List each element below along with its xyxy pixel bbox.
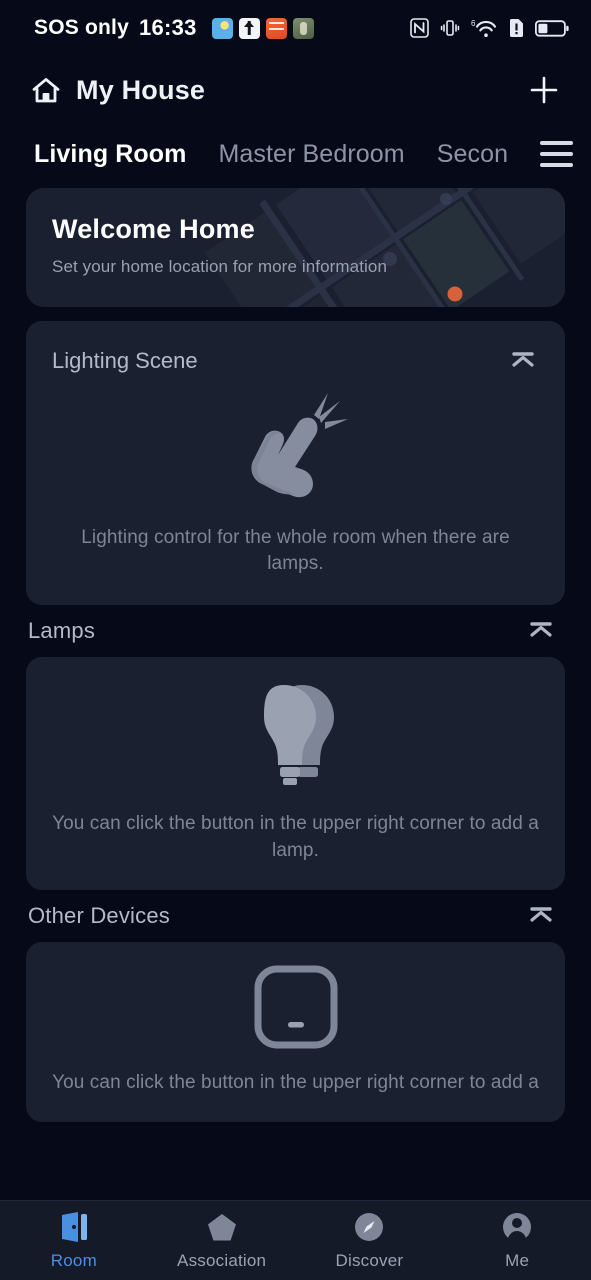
carrier-label: SOS only	[34, 16, 129, 39]
tap-hand-icon	[250, 393, 348, 498]
add-icon	[530, 76, 558, 104]
welcome-card-subtitle: Set your home location for more informat…	[52, 257, 388, 276]
nav-item-discover[interactable]: Discover	[296, 1210, 444, 1271]
other-devices-collapse-button[interactable]	[521, 896, 561, 936]
house-icon	[32, 78, 60, 103]
welcome-home-card[interactable]: Welcome Home Set your home location for …	[26, 188, 565, 307]
collapse-up-icon	[530, 907, 552, 922]
vibrate-icon	[440, 20, 460, 36]
other-devices-empty-card: You can click the button in the upper ri…	[26, 941, 565, 1123]
nav-item-room[interactable]: Room	[0, 1210, 148, 1271]
status-bar: SOS only 16:33 6	[0, 0, 591, 56]
nav-label-room: Room	[50, 1251, 97, 1270]
battery-icon	[535, 19, 569, 37]
nav-label-me: Me	[505, 1251, 530, 1270]
nfc-icon	[410, 18, 429, 38]
compass-icon	[355, 1213, 384, 1241]
status-bar-left: SOS only 16:33	[34, 15, 314, 41]
lighting-scene-collapse-button[interactable]	[503, 341, 543, 381]
room-tab-bar: Living Room Master Bedroom Secon	[0, 124, 591, 184]
clock-label: 16:33	[138, 15, 197, 40]
collapse-up-icon	[512, 352, 534, 367]
notification-icons	[211, 17, 314, 39]
add-device-button[interactable]	[521, 67, 567, 113]
lamps-empty-text: You can click the button in the upper ri…	[52, 813, 539, 861]
other-devices-empty-text: You can click the button in the upper ri…	[52, 1071, 539, 1093]
lamps-collapse-button[interactable]	[521, 611, 561, 651]
orange-novel-app-icon	[265, 17, 287, 39]
bottom-navigation: Room Association Discover Me	[0, 1200, 591, 1280]
door-icon	[61, 1212, 87, 1242]
svg-text:6: 6	[471, 19, 476, 28]
lamps-section-header: Lamps	[26, 605, 565, 657]
room-tab-list: Living Room Master Bedroom Secon	[34, 140, 508, 169]
room-tab-second-room[interactable]: Secon	[437, 140, 508, 169]
lamps-section-title: Lamps	[28, 618, 96, 644]
other-devices-section-title: Other Devices	[28, 902, 170, 928]
page-title: My House	[76, 74, 206, 105]
status-bar-right: 6	[410, 18, 569, 39]
room-tab-master-bedroom[interactable]: Master Bedroom	[218, 140, 404, 169]
device-square-icon	[254, 965, 337, 1049]
welcome-card-text: Welcome Home Set your home location for …	[52, 214, 565, 277]
hamburger-menu-icon	[539, 141, 573, 167]
pentagon-icon	[207, 1214, 236, 1241]
app-screen: SOS only 16:33 6 My House Living Room Ma…	[0, 0, 591, 1280]
upload-arrow-app-icon	[238, 17, 260, 39]
lighting-scene-empty-state: Lighting control for the whole room when…	[26, 381, 565, 577]
sim-alert-icon	[510, 19, 523, 37]
welcome-card-title: Welcome Home	[52, 214, 255, 244]
nav-item-me[interactable]: Me	[443, 1210, 591, 1271]
nav-label-discover: Discover	[335, 1251, 404, 1270]
light-bulbs-icon	[263, 685, 334, 786]
main-content: Welcome Home Set your home location for …	[0, 184, 591, 1200]
lighting-scene-empty-text: Lighting control for the whole room when…	[81, 527, 510, 575]
other-devices-section-header: Other Devices	[26, 890, 565, 942]
nav-item-association[interactable]: Association	[148, 1210, 296, 1271]
lighting-scene-header: Lighting Scene	[26, 321, 565, 381]
nav-label-association: Association	[177, 1251, 267, 1270]
app-header: My House	[0, 56, 591, 124]
lighting-scene-title: Lighting Scene	[52, 348, 198, 373]
green-game-app-icon	[292, 17, 314, 39]
collapse-up-icon	[530, 622, 552, 638]
room-list-menu-button[interactable]	[529, 134, 573, 174]
header-left: My House	[30, 74, 205, 106]
lighting-scene-card: Lighting Scene Lighting control for the …	[26, 321, 565, 606]
person-icon	[503, 1213, 532, 1242]
lamps-empty-card: You can click the button in the upper ri…	[26, 657, 565, 890]
globe-app-icon	[211, 17, 233, 39]
wifi-6-icon: 6	[471, 19, 497, 37]
room-tab-living-room[interactable]: Living Room	[34, 140, 186, 169]
